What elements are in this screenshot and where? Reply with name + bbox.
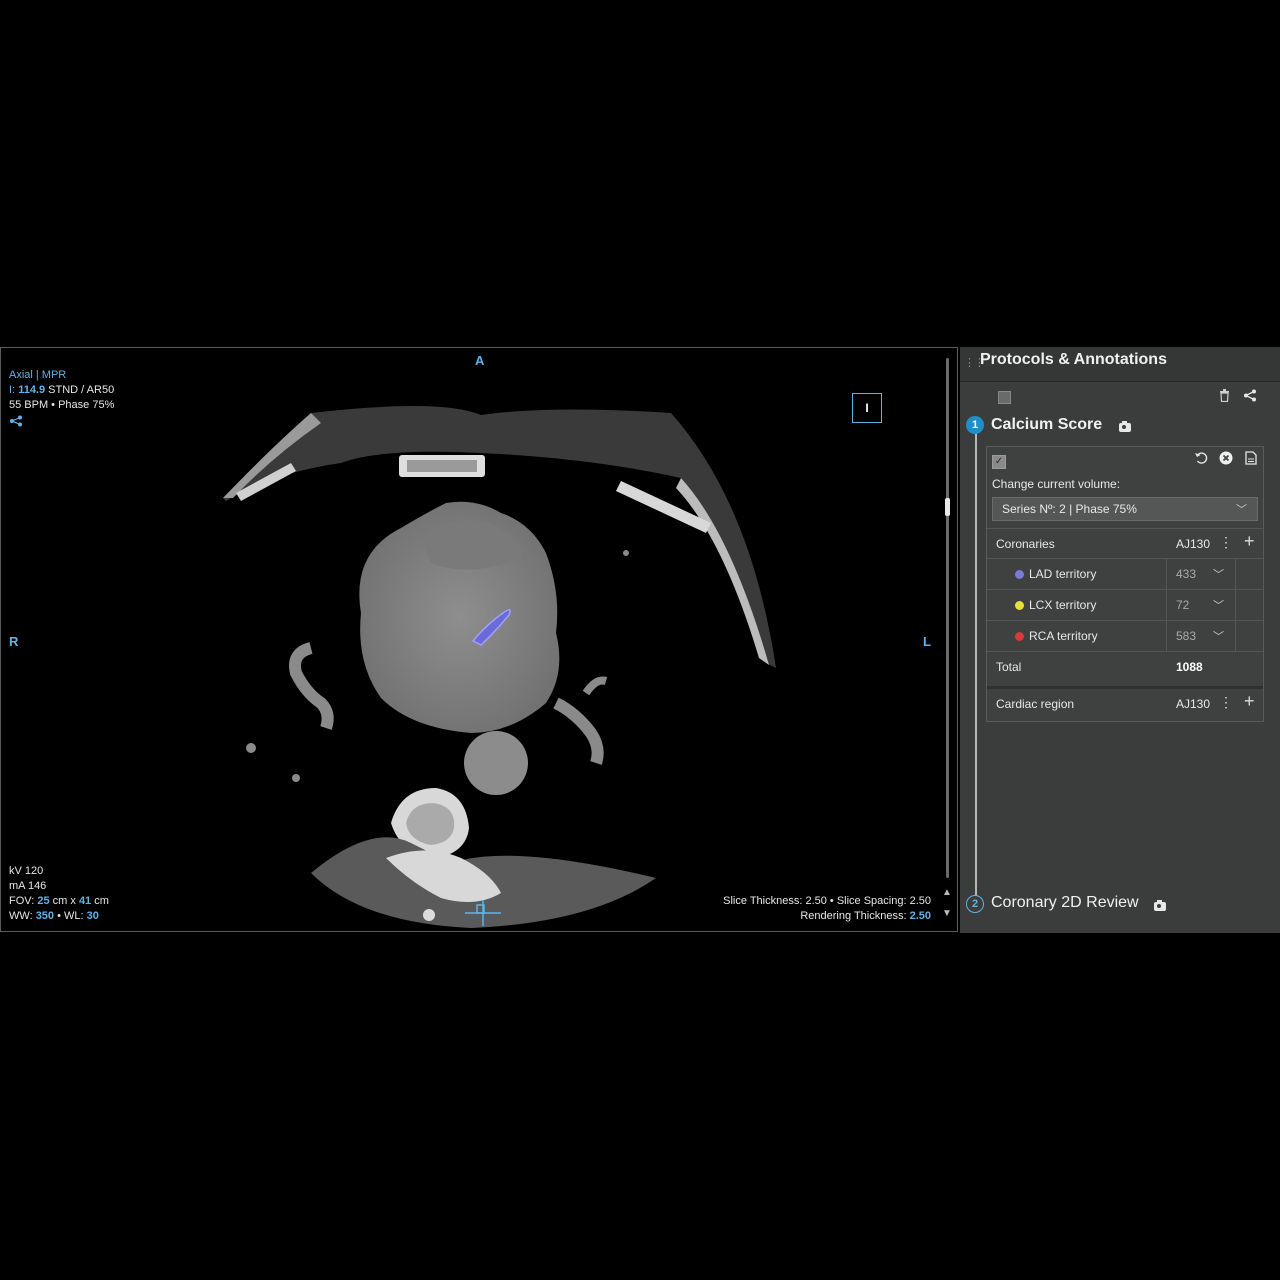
- wl-label: • WL:: [57, 910, 84, 922]
- more-options-icon[interactable]: ⋮: [1219, 694, 1233, 711]
- total-label: Total: [996, 660, 1022, 674]
- territory-value: 72: [1176, 598, 1190, 612]
- fov-width: 25: [37, 895, 50, 907]
- more-options-icon[interactable]: ⋮: [1219, 534, 1233, 551]
- protocol-timeline: [975, 429, 977, 909]
- fov-mid: cm x: [52, 895, 76, 907]
- volume-select-value: Series Nº: 2 | Phase 75%: [1002, 502, 1137, 516]
- add-icon[interactable]: +: [1244, 531, 1255, 552]
- territory-name: LAD territory: [1029, 567, 1097, 581]
- cardiac-region-label: Cardiac region: [996, 697, 1075, 711]
- territory-value-cell[interactable]: 583 ﹀: [1166, 621, 1236, 651]
- trash-icon[interactable]: [1219, 389, 1230, 405]
- orientation-right: R: [9, 634, 19, 649]
- report-document-icon[interactable]: [1245, 451, 1257, 468]
- inferior-orientation-button[interactable]: I: [852, 393, 882, 423]
- undo-icon[interactable]: [1194, 451, 1208, 468]
- total-row: Total 1088: [987, 651, 1263, 681]
- kernel-label: STND / AR50: [48, 384, 115, 396]
- lad-color-dot: [1015, 570, 1024, 579]
- rendering-thickness-value[interactable]: 2.50: [910, 910, 931, 922]
- image-index-value: 114.9: [18, 384, 46, 396]
- chevron-down-icon: ﹀: [1236, 504, 1247, 516]
- panel-title: Protocols & Annotations: [980, 351, 1167, 368]
- share-icon[interactable]: [1243, 389, 1257, 405]
- camera-icon[interactable]: [1119, 421, 1131, 432]
- chevron-down-icon[interactable]: ﹀: [1213, 566, 1224, 582]
- fov-unit: cm: [94, 895, 109, 907]
- app: Axial | MPR I: 114.9 STND / AR50 55 BPM …: [0, 347, 1280, 933]
- image-index-prefix: I:: [9, 384, 16, 396]
- lcx-color-dot: [1015, 601, 1024, 610]
- cardiac-region-row[interactable]: Cardiac region AJ130 ⋮ +: [987, 686, 1263, 716]
- select-all-checkbox[interactable]: [998, 391, 1011, 404]
- coronaries-label: Coronaries: [996, 537, 1055, 551]
- close-circle-icon[interactable]: [1219, 451, 1233, 468]
- slice-scrollbar-thumb[interactable]: [945, 498, 950, 516]
- volume-select[interactable]: Series Nº: 2 | Phase 75% ﹀: [992, 497, 1258, 521]
- camera-icon[interactable]: [1154, 900, 1166, 911]
- coronaries-code: AJ130: [1176, 537, 1211, 551]
- slice-scrollbar[interactable]: [946, 358, 949, 878]
- step-title-coronary-2d-review[interactable]: Coronary 2D Review: [991, 894, 1139, 912]
- chevron-down-icon[interactable]: ﹀: [1213, 597, 1224, 613]
- ct-axial-image[interactable]: [211, 403, 791, 932]
- rca-color-dot: [1015, 632, 1024, 641]
- total-value: 1088: [1176, 660, 1203, 674]
- coronaries-row[interactable]: Coronaries AJ130 ⋮ +: [987, 528, 1263, 558]
- step-number-1: 1: [966, 416, 984, 434]
- orientation-left: L: [923, 634, 931, 649]
- card-checkbox[interactable]: ✓: [992, 455, 1006, 469]
- ct-viewer[interactable]: Axial | MPR I: 114.9 STND / AR50 55 BPM …: [0, 347, 958, 932]
- ma-label: mA 146: [9, 880, 47, 892]
- change-volume-label: Change current volume:: [992, 477, 1121, 491]
- territory-value-cell[interactable]: 72 ﹀: [1166, 590, 1236, 620]
- ww-label: WW:: [9, 910, 33, 922]
- territory-row-lad[interactable]: LAD territory 433 ﹀: [987, 558, 1263, 589]
- orientation-anterior: A: [475, 353, 485, 368]
- step-number-2: 2: [966, 895, 984, 913]
- territory-row-lcx[interactable]: LCX territory 72 ﹀: [987, 589, 1263, 620]
- kv-label: kV 120: [9, 865, 44, 877]
- fov-label: FOV:: [9, 895, 35, 907]
- wl-value[interactable]: 30: [87, 910, 99, 922]
- chevron-down-icon[interactable]: ﹀: [1213, 628, 1224, 644]
- rendering-thickness-label: Rendering Thickness:: [800, 910, 907, 922]
- slice-down-arrow-icon[interactable]: ▼: [942, 908, 952, 919]
- cardiac-phase-label: 55 BPM • Phase 75%: [9, 399, 115, 411]
- add-icon[interactable]: +: [1244, 691, 1255, 712]
- step-title-calcium-score[interactable]: Calcium Score: [991, 416, 1102, 434]
- view-mode-label: Axial | MPR: [9, 369, 67, 381]
- viewer-info-top-left: Axial | MPR I: 114.9 STND / AR50 55 BPM …: [9, 368, 114, 432]
- slice-up-arrow-icon[interactable]: ▲: [942, 887, 952, 898]
- protocols-panel: ⋮⋮ Protocols & Annotations 1 Calcium Sco…: [960, 347, 1280, 933]
- territory-value: 583: [1176, 629, 1197, 643]
- cardiac-region-code: AJ130: [1176, 697, 1211, 711]
- territory-value: 433: [1176, 567, 1197, 581]
- panel-header: ⋮⋮ Protocols & Annotations: [960, 347, 1280, 382]
- viewer-info-bottom-left: kV 120 mA 146 FOV: 25 cm x 41 cm WW: 350…: [9, 864, 109, 924]
- territory-name: LCX territory: [1029, 598, 1097, 612]
- viewer-info-bottom-right: Slice Thickness: 2.50 • Slice Spacing: 2…: [723, 894, 931, 924]
- fov-height: 41: [78, 895, 92, 907]
- territory-row-rca[interactable]: RCA territory 583 ﹀: [987, 620, 1263, 651]
- territory-value-cell[interactable]: 433 ﹀: [1166, 559, 1236, 589]
- share-icon[interactable]: [9, 415, 114, 432]
- territory-name: RCA territory: [1029, 629, 1098, 643]
- slice-info: Slice Thickness: 2.50 • Slice Spacing: 2…: [723, 895, 931, 907]
- calcium-score-card: ✓ Change current volume: Series Nº: 2 | …: [986, 446, 1264, 722]
- ww-value[interactable]: 350: [36, 910, 54, 922]
